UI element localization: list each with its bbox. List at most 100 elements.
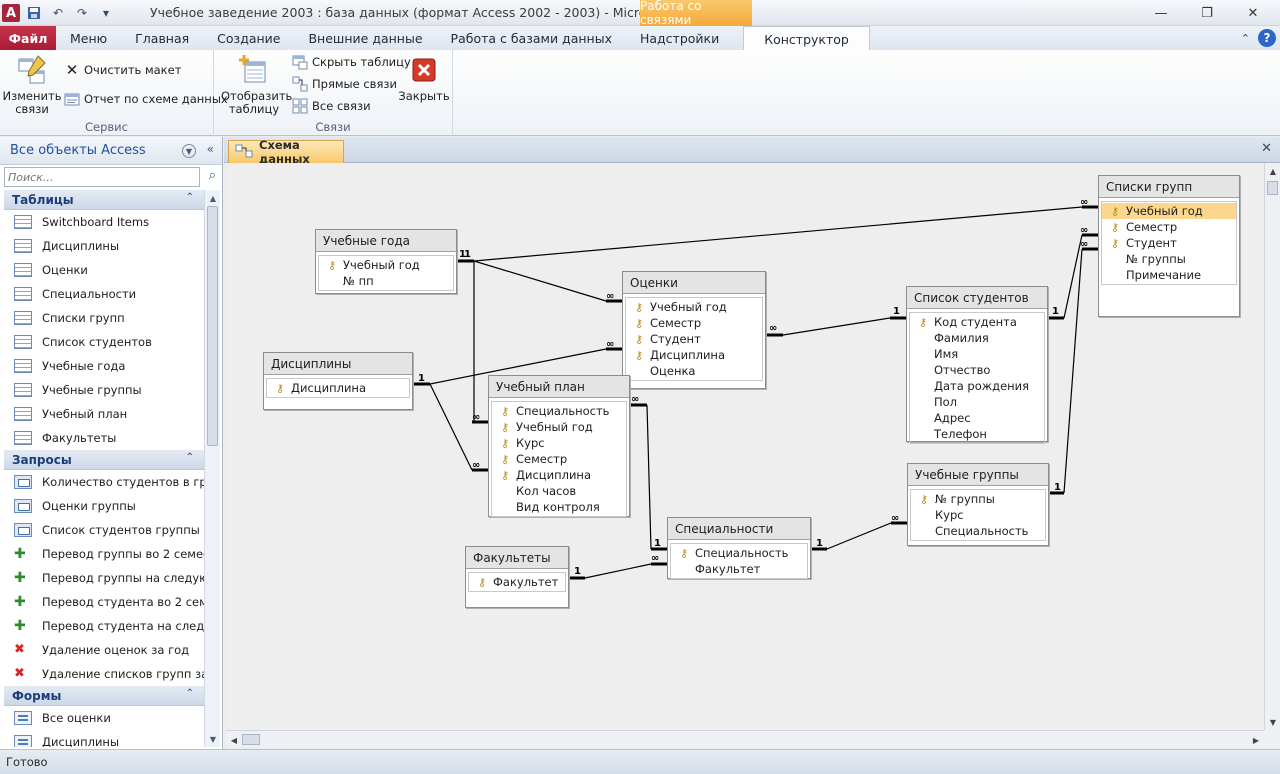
field-row[interactable]: ⚷ Дисциплина xyxy=(267,380,409,396)
tab-design[interactable]: Конструктор xyxy=(743,26,870,51)
search-input[interactable] xyxy=(4,167,200,187)
nav-scrollbar[interactable]: ▲ ▼ xyxy=(204,190,220,747)
field-row[interactable]: ⚷ № группы xyxy=(911,491,1045,507)
chevron-up-icon[interactable]: ⌃ xyxy=(186,688,194,699)
field-row[interactable]: Примечание xyxy=(1102,267,1236,283)
collapse-pane-icon[interactable]: « xyxy=(207,142,214,156)
vertical-scrollbar[interactable]: ▲ ▼ xyxy=(1264,163,1280,730)
hide-table-button[interactable]: Скрыть таблицу xyxy=(292,54,411,70)
relationship-line[interactable] xyxy=(584,563,652,579)
table-title[interactable]: Факультеты xyxy=(466,547,568,569)
customize-icon[interactable]: ▾ xyxy=(96,3,116,23)
nav-item[interactable]: ✚ Перевод студента на следу... xyxy=(4,614,204,638)
nav-item[interactable]: Учебные года xyxy=(4,354,204,378)
clear-layout-button[interactable]: ✕ Очистить макет xyxy=(64,62,182,78)
chevron-up-icon[interactable]: ⌃ xyxy=(186,452,194,463)
nav-item[interactable]: ✖ Удаление оценок за год xyxy=(4,638,204,662)
table-distsipliny[interactable]: Дисциплины ⚷ Дисциплина xyxy=(263,352,413,410)
field-row[interactable]: ⚷ Семестр xyxy=(492,451,626,467)
relationship-line[interactable] xyxy=(782,317,891,336)
table-spetsialnosti[interactable]: Специальности ⚷ Специальность Факультет xyxy=(667,517,811,579)
nav-header[interactable]: Все объекты Access ▼ « xyxy=(0,137,222,165)
field-row[interactable]: Телефон xyxy=(910,426,1044,442)
field-row[interactable]: № пп xyxy=(319,273,453,289)
relationship-line[interactable] xyxy=(429,383,473,471)
table-otsenki[interactable]: Оценки ⚷ Учебный год ⚷ Семестр ⚷ Студент ⚷ Дисци… xyxy=(622,271,766,389)
tab-file[interactable]: Файл xyxy=(0,26,56,50)
field-row[interactable]: ⚷ Специальность xyxy=(671,545,807,561)
nav-item[interactable]: Оценки xyxy=(4,258,204,282)
field-row[interactable]: ⚷ Код студента xyxy=(910,314,1044,330)
edit-links-button[interactable]: Изменить связи xyxy=(3,54,61,116)
relationship-line[interactable] xyxy=(473,261,488,423)
nav-item[interactable]: ✚ Перевод группы во 2 семес... xyxy=(4,542,204,566)
field-row[interactable]: ⚷ Учебный год xyxy=(626,299,762,315)
nav-item[interactable]: Факультеты xyxy=(4,426,204,450)
nav-item[interactable]: Учебные группы xyxy=(4,378,204,402)
nav-item[interactable]: Список студентов группы xyxy=(4,518,204,542)
field-row[interactable]: ⚷ Студент xyxy=(626,331,762,347)
relationship-line[interactable] xyxy=(646,404,652,550)
field-row[interactable]: ⚷ Учебный год xyxy=(492,419,626,435)
relationship-line[interactable] xyxy=(1063,248,1083,494)
table-uchebnye-goda[interactable]: Учебные года ⚷ Учебный год № пп xyxy=(315,229,457,294)
close-relationships-button[interactable]: Закрыть xyxy=(398,54,450,103)
nav-item[interactable]: ✚ Перевод группы на следую... xyxy=(4,566,204,590)
tab-database-tools[interactable]: Работа с базами данных xyxy=(437,26,626,50)
table-title[interactable]: Учебный план xyxy=(489,376,629,398)
hscroll-thumb[interactable] xyxy=(242,734,260,745)
field-row[interactable]: ⚷ Семестр xyxy=(1102,219,1236,235)
close-document-icon[interactable]: ✕ xyxy=(1261,141,1272,156)
schema-report-button[interactable]: Отчет по схеме данных xyxy=(64,91,228,107)
tab-menu[interactable]: Меню xyxy=(56,26,121,50)
nav-item[interactable]: ✚ Перевод студента во 2 сем... xyxy=(4,590,204,614)
scroll-down-icon[interactable]: ▼ xyxy=(205,731,221,747)
field-row[interactable]: № группы xyxy=(1102,251,1236,267)
nav-item[interactable]: Количество студентов в гру... xyxy=(4,470,204,494)
table-title[interactable]: Учебные года xyxy=(316,230,456,252)
nav-item[interactable]: Оценки группы xyxy=(4,494,204,518)
nav-item[interactable]: Все оценки xyxy=(4,706,204,730)
table-title[interactable]: Список студентов xyxy=(907,287,1047,309)
tab-addins[interactable]: Надстройки xyxy=(626,26,733,50)
field-row[interactable]: Специальность xyxy=(911,523,1045,539)
field-row[interactable]: ⚷ Курс xyxy=(492,435,626,451)
tab-external-data[interactable]: Внешние данные xyxy=(294,26,436,50)
relationship-line[interactable] xyxy=(473,260,607,302)
field-row[interactable]: ⚷ Дисциплина xyxy=(492,467,626,483)
undo-icon[interactable]: ↶ xyxy=(48,3,68,23)
minimize-icon[interactable]: — xyxy=(1138,2,1184,24)
direct-links-button[interactable]: Прямые связи xyxy=(292,76,397,92)
relationship-line[interactable] xyxy=(473,206,1083,262)
nav-item[interactable]: Учебный план xyxy=(4,402,204,426)
nav-section-header[interactable]: Таблицы ⌃ xyxy=(4,190,204,210)
vscroll-thumb[interactable] xyxy=(1267,181,1278,195)
table-uchebnye-gruppy[interactable]: Учебные группы ⚷ № группы Курс Специальность xyxy=(907,463,1049,546)
field-row[interactable]: ⚷ Специальность xyxy=(492,403,626,419)
all-links-button[interactable]: Все связи xyxy=(292,98,371,114)
show-table-button[interactable]: Отобразить таблицу xyxy=(220,54,292,116)
nav-section-header[interactable]: Запросы ⌃ xyxy=(4,450,204,470)
field-row[interactable]: Отчество xyxy=(910,362,1044,378)
horizontal-scrollbar[interactable]: ◀ ▶ xyxy=(226,730,1264,748)
nav-item[interactable]: Специальности xyxy=(4,282,204,306)
restore-icon[interactable]: ❐ xyxy=(1184,2,1230,24)
field-row[interactable]: ⚷ Студент xyxy=(1102,235,1236,251)
table-uchebny-plan[interactable]: Учебный план ⚷ Специальность ⚷ Учебный год ⚷ К… xyxy=(488,375,630,517)
search-icon[interactable]: ⌕ xyxy=(209,168,216,183)
field-row[interactable]: ⚷ Учебный год xyxy=(1102,203,1236,219)
save-icon[interactable] xyxy=(24,3,44,23)
field-row[interactable]: Пол xyxy=(910,394,1044,410)
field-row[interactable]: ⚷ Факультет xyxy=(469,574,565,590)
field-row[interactable]: Адрес xyxy=(910,410,1044,426)
chevron-down-icon[interactable]: ▼ xyxy=(182,144,196,158)
relationships-canvas[interactable]: 1 1 ∞ ∞ ∞ 1 ∞ ∞ ∞ 1 1 ∞ 1 ∞ ∞ 1 1 ∞ 1 ∞ Учебные года ⚷ Учебны… xyxy=(226,163,1264,730)
table-title[interactable]: Оценки xyxy=(623,272,765,294)
table-title[interactable]: Дисциплины xyxy=(264,353,412,375)
field-row[interactable]: Курс xyxy=(911,507,1045,523)
scroll-left-icon[interactable]: ◀ xyxy=(226,732,242,748)
chevron-up-icon[interactable]: ⌃ xyxy=(186,192,194,203)
table-title[interactable]: Специальности xyxy=(668,518,810,540)
help-icon[interactable]: ? xyxy=(1258,29,1276,47)
field-row[interactable]: Кол часов xyxy=(492,483,626,499)
